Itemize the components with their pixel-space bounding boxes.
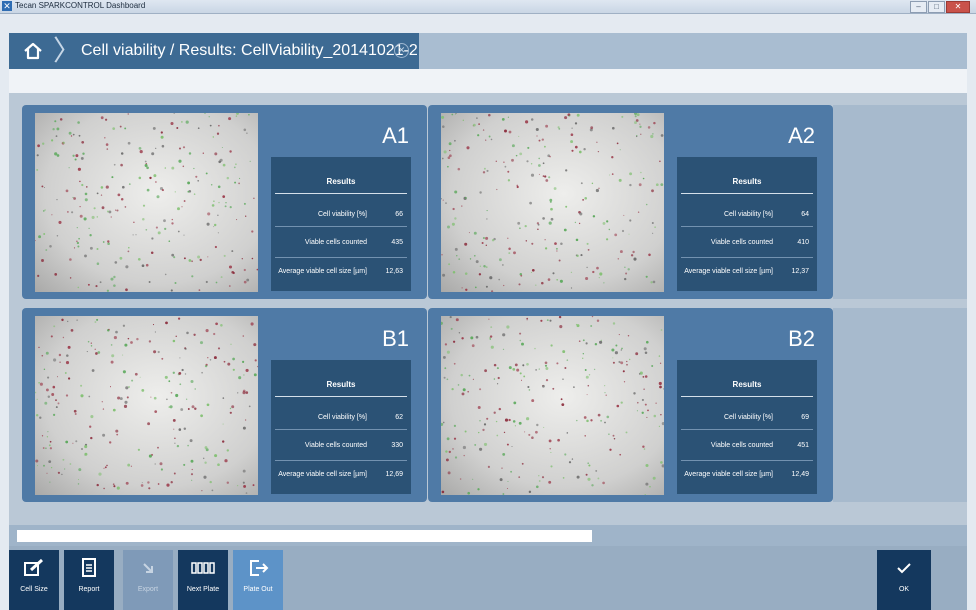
results-panel: Results Cell viability [%] 64 Viable cel… [677,157,817,291]
results-title: Results [275,157,407,194]
cell-dots [35,317,258,494]
metric-label: Average viable cell size [µm] [684,470,773,478]
app-icon: ✕ [2,1,12,11]
well-panel-placeholder [833,308,967,502]
well-label: B2 [788,326,815,351]
well-panel-a2[interactable]: A2 Results Cell viability [%] 64 Viable … [428,105,833,299]
metric-label: Average viable cell size [µm] [278,470,367,478]
home-button[interactable] [9,33,57,69]
cell-image[interactable] [35,316,258,495]
results-title: Results [681,157,813,194]
plate-icon [191,562,215,574]
metric-value: 410 [797,238,809,246]
metric-value: 12,49 [791,470,809,478]
next-plate-label: Next Plate [186,586,220,593]
export-button[interactable]: Export [123,550,173,610]
ok-button[interactable]: OK [877,550,931,610]
cell-size-label: Cell Size [20,586,48,593]
metric-label: Viable cells counted [304,238,367,246]
metric-label: Cell viability [%] [317,413,367,421]
report-icon [82,558,96,577]
cell-size-button[interactable]: Cell Size [9,550,59,610]
export-icon [143,563,153,573]
plate-out-button[interactable]: Plate Out [233,550,283,610]
metric-label: Average viable cell size [µm] [684,267,773,275]
breadcrumb-bar: 〉 Cell viability / Results: CellViabilit… [9,33,967,69]
metric-label: Average viable cell size [µm] [278,267,367,275]
metric-value: 12,63 [385,267,403,275]
next-plate-button[interactable]: Next Plate [178,550,228,610]
metric-value: 330 [391,441,403,449]
metric-label: Cell viability [%] [723,210,773,218]
metric-value: 62 [395,413,403,421]
report-label: Report [78,586,100,593]
metric-label: Viable cells counted [710,441,773,449]
results-title: Results [275,360,407,397]
cell-dots [35,113,258,292]
metric-row: Cell viability [%] 64 [681,202,813,227]
well-panel-a1[interactable]: A1 Results Cell viability [%] 66 Viable … [22,105,427,299]
results-panel: Results Cell viability [%] 69 Viable cel… [677,360,817,494]
metric-row: Average viable cell size [µm] 12,49 [681,461,813,487]
results-title: Results [681,360,813,397]
metric-value: 64 [801,210,809,218]
report-button[interactable]: Report [64,550,114,610]
metric-value: 66 [395,210,403,218]
metric-label: Viable cells counted [710,238,773,246]
metric-row: Average viable cell size [µm] 12,63 [275,258,407,284]
cell-image[interactable] [441,113,664,292]
window-title: Tecan SPARKCONTROL Dashboard [15,1,146,10]
export-label: Export [137,586,159,593]
well-label: B1 [382,326,409,351]
minimize-button[interactable]: – [910,1,927,13]
metric-row: Average viable cell size [µm] 12,69 [275,461,407,487]
metric-value: 12,69 [385,470,403,478]
cell-size-icon [24,558,44,576]
cell-image[interactable] [441,316,664,495]
cell-dots [441,113,664,292]
progress-strip [9,525,967,546]
results-area: A1 Results Cell viability [%] 66 Viable … [9,93,967,525]
plate-out-label: Plate Out [243,586,273,593]
progress-bar [17,530,592,542]
metric-value: 12,37 [791,267,809,275]
header-band [9,69,967,93]
bottom-toolbar: Cell Size Report Export Next Plate Plate… [9,546,967,610]
well-panel-b1[interactable]: B1 Results Cell viability [%] 62 Viable … [22,308,427,502]
close-breadcrumb-icon[interactable]: ✕ [394,43,409,58]
metric-value: 451 [797,441,809,449]
metric-row: Cell viability [%] 62 [275,405,407,430]
cell-dots [441,316,664,495]
ok-label: OK [898,586,910,593]
metric-row: Cell viability [%] 66 [275,202,407,227]
breadcrumb-separator-icon: 〉 [53,35,82,66]
metric-label: Cell viability [%] [317,210,367,218]
metric-row: Viable cells counted 330 [275,430,407,461]
metric-value: 69 [801,413,809,421]
metric-label: Cell viability [%] [723,413,773,421]
breadcrumb: Cell viability / Results: CellViability_… [81,42,418,59]
metric-value: 435 [391,238,403,246]
plate-out-icon [250,560,269,576]
window-controls: – □ ✕ [910,1,970,13]
results-panel: Results Cell viability [%] 66 Viable cel… [271,157,411,291]
results-panel: Results Cell viability [%] 62 Viable cel… [271,360,411,494]
well-label: A1 [382,123,409,148]
home-icon [24,42,42,60]
well-panel-placeholder [833,105,967,299]
close-window-button[interactable]: ✕ [946,1,970,13]
metric-row: Viable cells counted 435 [275,227,407,258]
window-title-bar: ✕ Tecan SPARKCONTROL Dashboard – □ ✕ [0,0,976,14]
metric-label: Viable cells counted [304,441,367,449]
header-filler [419,33,967,69]
cell-image[interactable] [35,113,258,292]
well-panel-b2[interactable]: B2 Results Cell viability [%] 69 Viable … [428,308,833,502]
metric-row: Viable cells counted 451 [681,430,813,461]
well-label: A2 [788,123,815,148]
metric-row: Cell viability [%] 69 [681,405,813,430]
metric-row: Viable cells counted 410 [681,227,813,258]
maximize-button[interactable]: □ [928,1,945,13]
metric-row: Average viable cell size [µm] 12,37 [681,258,813,284]
checkmark-icon [897,563,911,574]
